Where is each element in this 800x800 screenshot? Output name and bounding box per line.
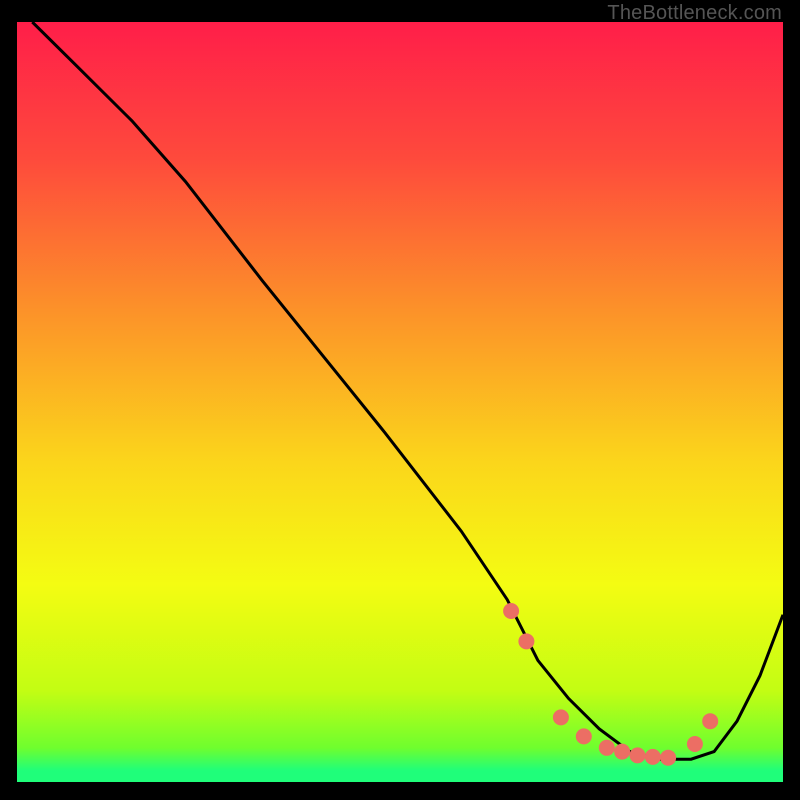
chart-frame (17, 22, 783, 782)
bottleneck-chart (17, 22, 783, 782)
marker-point (503, 603, 519, 619)
marker-point (630, 747, 646, 763)
marker-point (576, 728, 592, 744)
marker-point (614, 744, 630, 760)
marker-point (645, 749, 661, 765)
gradient-background (17, 22, 783, 782)
watermark-text: TheBottleneck.com (607, 2, 782, 25)
marker-point (599, 740, 615, 756)
marker-point (702, 713, 718, 729)
marker-point (553, 709, 569, 725)
marker-point (660, 750, 676, 766)
marker-point (687, 736, 703, 752)
marker-point (518, 633, 534, 649)
